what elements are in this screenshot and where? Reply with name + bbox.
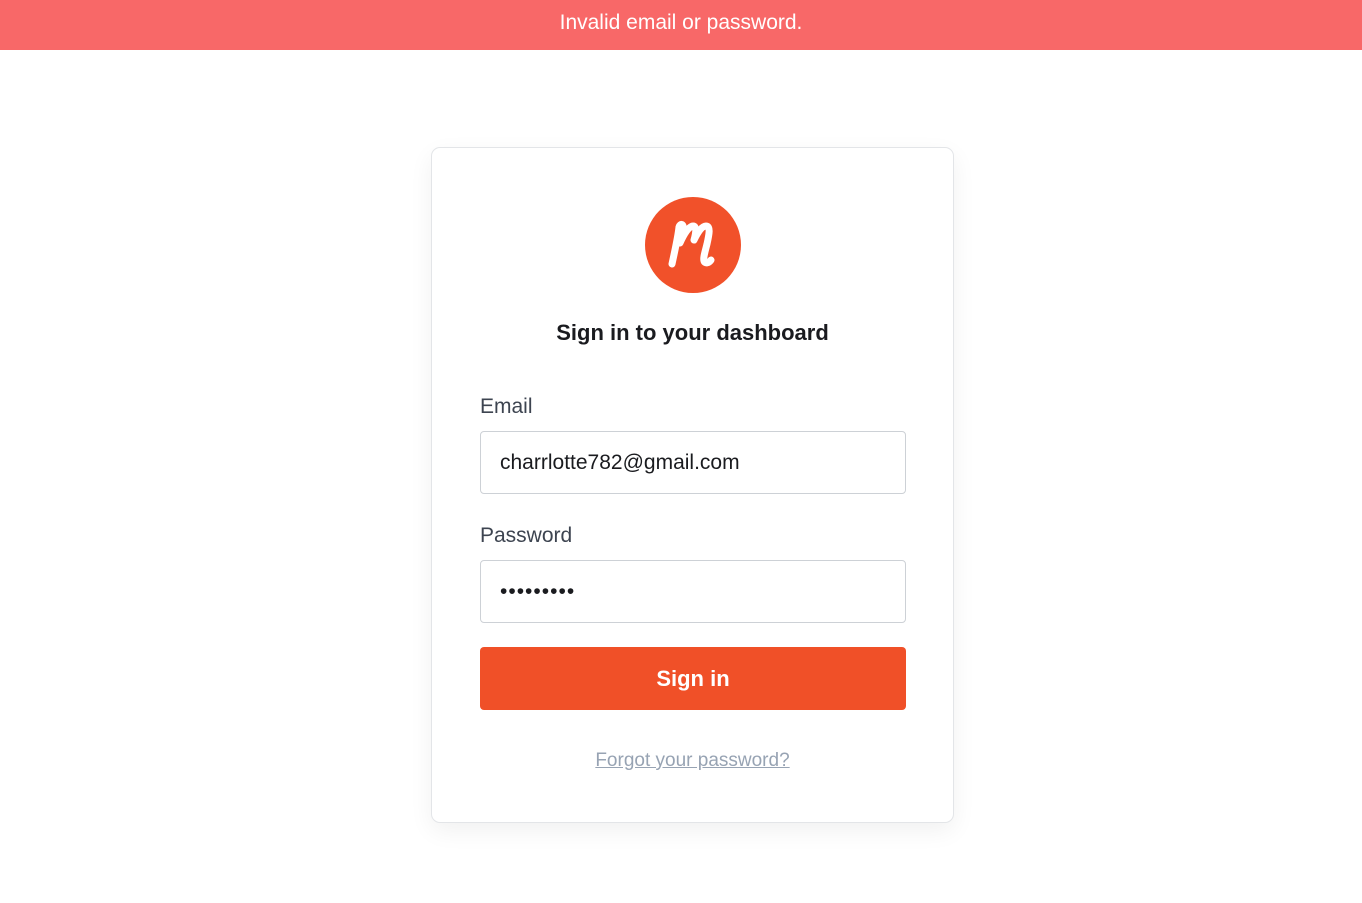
- page-title: Sign in to your dashboard: [556, 320, 829, 345]
- password-field[interactable]: [480, 560, 906, 623]
- forgot-password-link[interactable]: Forgot your password?: [432, 750, 953, 772]
- login-card: Sign in to your dashboard Email Password…: [431, 147, 954, 823]
- sign-in-button[interactable]: Sign in: [480, 647, 906, 710]
- email-label: Email: [480, 395, 533, 418]
- email-field[interactable]: [480, 431, 906, 494]
- password-label: Password: [480, 524, 573, 547]
- error-banner: Invalid email or password.: [0, 0, 1362, 50]
- error-message: Invalid email or password.: [559, 11, 803, 34]
- brand-m-logo-icon: [645, 197, 741, 293]
